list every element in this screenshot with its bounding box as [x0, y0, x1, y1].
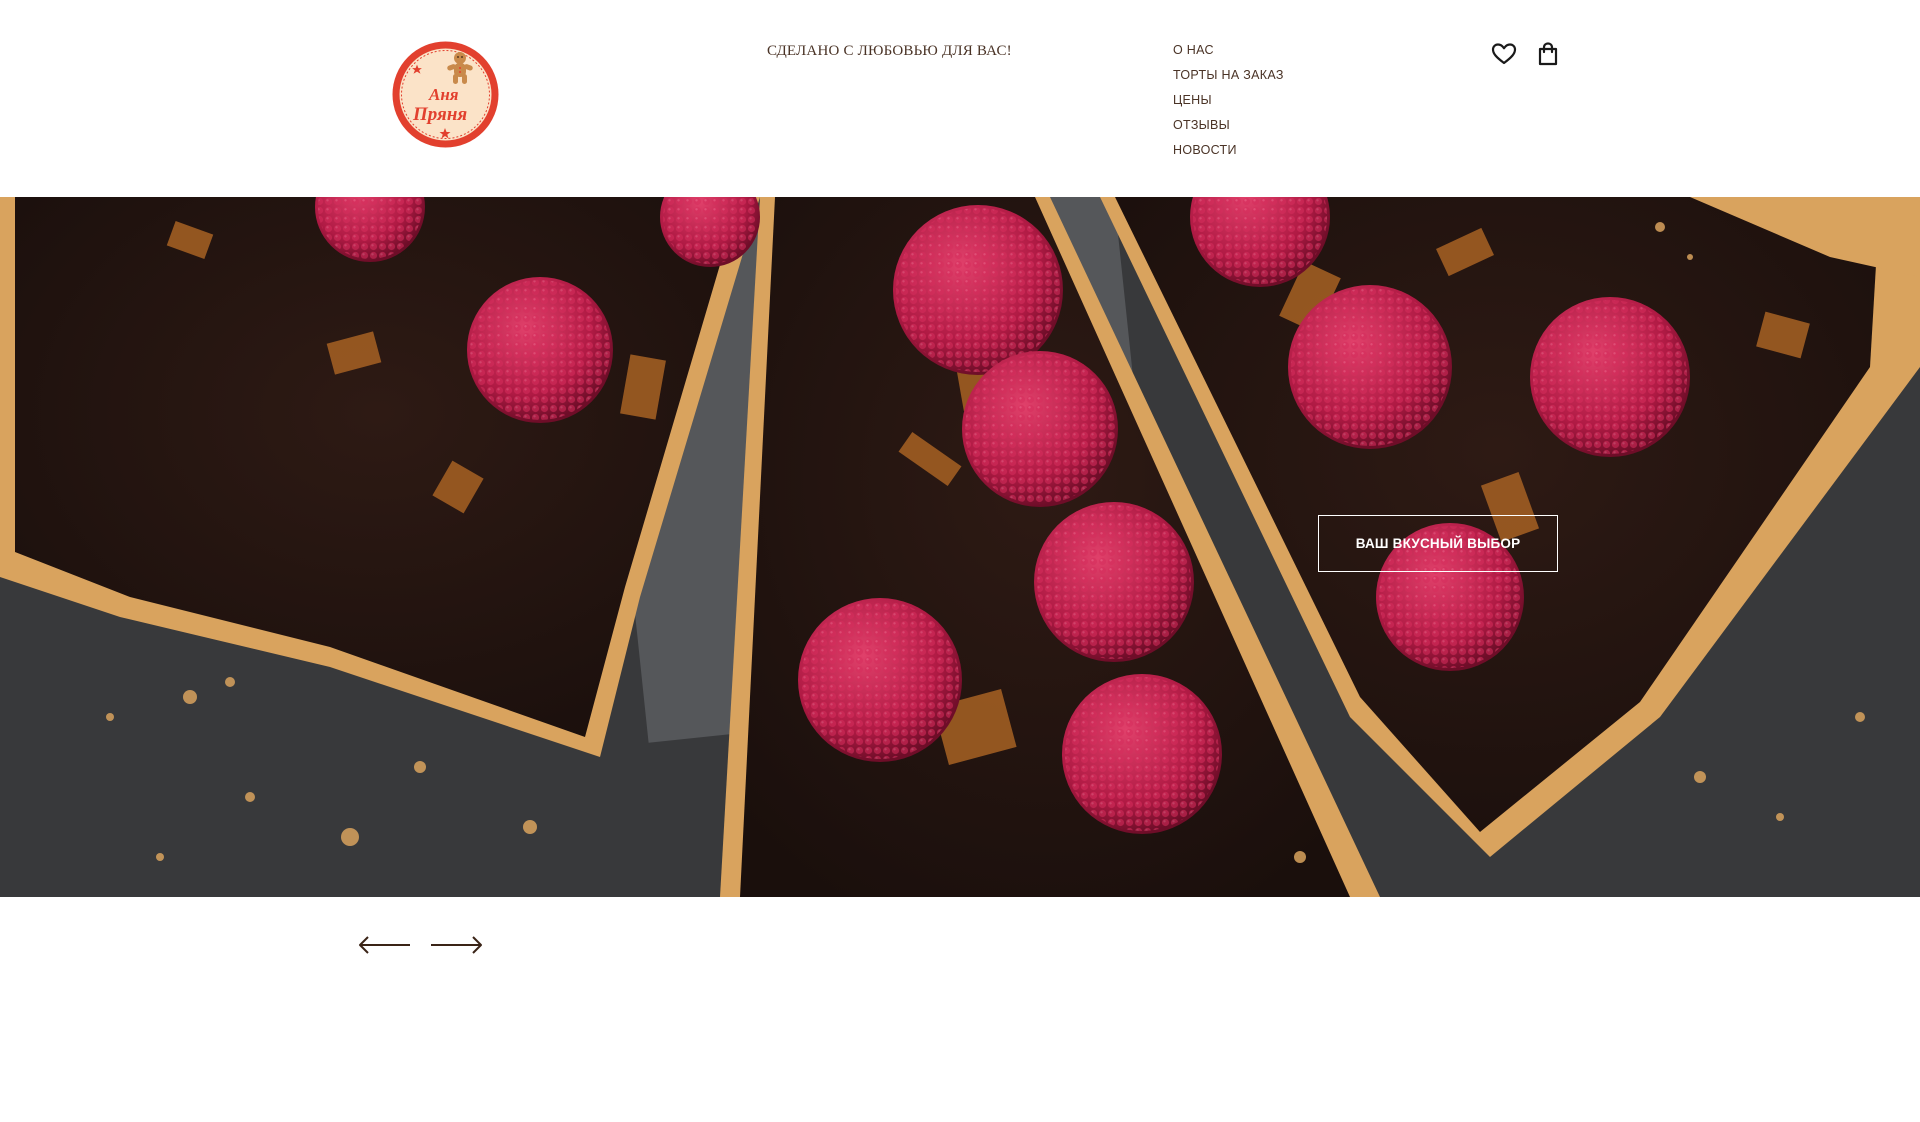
nav-item-prices[interactable]: ЦЕНЫ — [1173, 90, 1284, 115]
nav-item-about[interactable]: О НАС — [1173, 40, 1284, 65]
hero-slider: ВАШ ВКУСНЫЙ ВЫБОР — [0, 197, 1920, 897]
gingerbread-logo-icon: Аня Пряня — [392, 41, 499, 148]
arrow-left-icon — [359, 936, 410, 954]
brand-logo[interactable]: Аня Пряня — [389, 38, 502, 151]
logo-text-line2: Пряня — [412, 104, 467, 125]
slider-prev-button[interactable] — [357, 931, 413, 959]
hero-cta-button[interactable]: ВАШ ВКУСНЫЙ ВЫБОР — [1318, 515, 1558, 572]
arrow-right-icon — [431, 936, 482, 954]
tart-photo — [0, 197, 1920, 897]
heart-icon — [1491, 43, 1517, 65]
site-header: Аня Пряня СДЕЛАНО С ЛЮБОВЬЮ ДЛЯ ВАС! О Н… — [0, 0, 1920, 197]
cart-button[interactable] — [1534, 40, 1562, 68]
nav-item-news[interactable]: НОВОСТИ — [1173, 140, 1284, 165]
nav-item-reviews[interactable]: ОТЗЫВЫ — [1173, 115, 1284, 140]
nav-item-custom-cakes[interactable]: ТОРТЫ НА ЗАКАЗ — [1173, 65, 1284, 90]
slider-next-button[interactable] — [428, 931, 484, 959]
main-nav: О НАС ТОРТЫ НА ЗАКАЗ ЦЕНЫ ОТЗЫВЫ НОВОСТИ — [1173, 40, 1284, 165]
shopping-bag-icon — [1538, 42, 1558, 66]
logo-text-line1: Аня — [428, 85, 459, 104]
tagline: СДЕЛАНО С ЛЮБОВЬЮ ДЛЯ ВАС! — [767, 43, 1012, 59]
favorites-button[interactable] — [1490, 40, 1518, 68]
